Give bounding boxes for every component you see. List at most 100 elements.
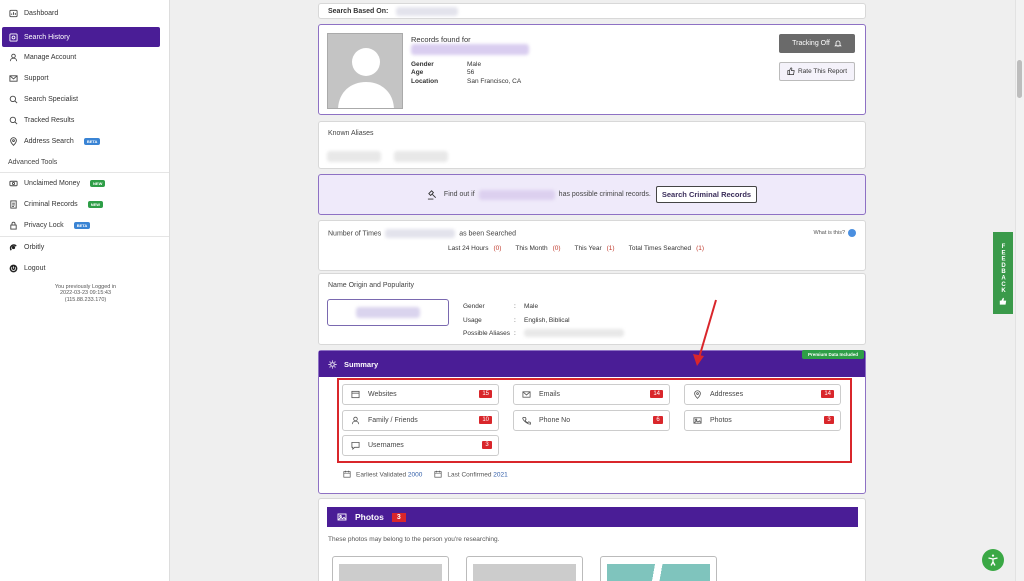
tile-label: Emails — [539, 391, 561, 398]
count-badge: 14 — [821, 390, 834, 398]
search-count-card: Number of Times as been Searched What is… — [318, 220, 866, 271]
gender-value: Male — [467, 61, 482, 68]
criminal-records-icon — [9, 200, 18, 209]
photo-thumbnail[interactable] — [332, 556, 449, 581]
sidebar-item-unclaimed-money[interactable]: Unclaimed Money NEW — [0, 173, 169, 194]
tile-label: Family / Friends — [368, 417, 418, 424]
summary-tile-family-friends[interactable]: Family / Friends 10 — [342, 410, 499, 431]
sidebar-item-support[interactable]: Support — [0, 68, 169, 89]
envelope-icon — [9, 74, 18, 83]
phone-icon — [522, 416, 531, 425]
summary-tile-emails[interactable]: Emails 14 — [513, 384, 670, 405]
sidebar-item-label: Orbitly — [24, 244, 45, 251]
photo-image — [339, 564, 442, 581]
question-icon — [848, 229, 856, 237]
summary-tile-usernames[interactable]: Usernames 3 — [342, 435, 499, 456]
summary-title: Summary — [344, 359, 379, 369]
new-badge: NEW — [87, 201, 104, 208]
what-is-this-label: What is this? — [813, 230, 845, 236]
stat-label: Last 24 Hours — [448, 245, 489, 252]
separator: : — [514, 316, 516, 324]
search-criminal-records-button[interactable]: Search Criminal Records — [655, 186, 758, 203]
scrollbar-thumb[interactable] — [1017, 60, 1022, 98]
search-based-label: Search Based On: — [328, 7, 389, 15]
sidebar-item-label: Search History — [24, 33, 70, 41]
what-is-this-link[interactable]: What is this? — [814, 229, 856, 237]
sidebar-item-manage-account[interactable]: Manage Account — [0, 47, 169, 68]
age-value: 56 — [467, 69, 475, 77]
name-origin-card: Name Origin and Popularity Gender: Male U… — [318, 273, 866, 345]
sidebar-item-label: Privacy Lock — [24, 222, 64, 229]
stat-value: (0) — [552, 245, 561, 252]
bell-icon — [834, 39, 842, 49]
summary-card: Summary Premium Data Included Websites 1… — [318, 350, 866, 494]
count-badge: 15 — [479, 390, 492, 398]
origin-gender-value: Male — [524, 303, 539, 310]
sidebar-item-orbitly[interactable]: Orbitly — [0, 237, 169, 258]
summary-icon — [328, 359, 337, 369]
search-count-prefix: Number of Times — [328, 230, 382, 238]
redacted-alias — [394, 151, 448, 162]
count-badge: 3 — [824, 416, 834, 424]
redacted-aliases — [524, 329, 624, 338]
stat-label: This Month — [515, 245, 548, 252]
photo-icon — [337, 512, 347, 522]
known-aliases-card: Known Aliases — [318, 121, 866, 169]
search-count-suffix: as been Searched — [459, 230, 517, 238]
tile-label: Photos — [710, 417, 732, 424]
summary-tile-addresses[interactable]: Addresses 14 — [684, 384, 841, 405]
last-confirmed: Last Confirmed 2021 — [434, 470, 508, 480]
sidebar-item-tracked-results[interactable]: Tracked Results — [0, 110, 169, 131]
photos-card: Photos 3 These photos may belong to the … — [318, 498, 866, 581]
gavel-icon — [427, 189, 438, 200]
summary-tile-phone-no[interactable]: Phone No 6 — [513, 410, 670, 431]
sidebar-item-label: Tracked Results — [24, 117, 75, 124]
sidebar-item-search-specialist[interactable]: Search Specialist — [0, 89, 169, 110]
origin-usage-label: Usage — [463, 316, 482, 324]
orbitly-icon — [9, 243, 18, 252]
scrollbar[interactable] — [1015, 0, 1024, 581]
summary-tile-websites[interactable]: Websites 15 — [342, 384, 499, 405]
confirmed-year: 2021 — [493, 471, 508, 479]
calendar-icon — [343, 470, 351, 480]
feedback-tab[interactable]: FEEDBACK — [993, 232, 1013, 314]
search-count-stats: Last 24 Hours (0) This Month (0) This Year… — [448, 245, 704, 252]
redacted-search-term — [396, 6, 459, 16]
photos-subtitle: These photos may belong to the person yo… — [328, 536, 500, 543]
feedback-label: FEEDBACK — [1000, 244, 1007, 295]
stat-last-24-hours: Last 24 Hours (0) — [448, 245, 501, 252]
advanced-tools-heading: Advanced Tools — [0, 152, 169, 173]
sidebar-item-criminal-records[interactable]: Criminal Records NEW — [0, 194, 169, 215]
sidebar-item-dashboard[interactable]: Dashboard — [0, 3, 169, 24]
rate-report-button[interactable]: Rate This Report — [779, 62, 855, 81]
search-icon — [9, 116, 18, 125]
stat-value: (1) — [696, 245, 705, 252]
redacted-person-name — [478, 189, 555, 200]
name-origin-info: Gender: Male Usage: English, Biblical Poss… — [463, 300, 624, 341]
stat-this-month: This Month (0) — [515, 245, 560, 252]
count-badge: 3 — [482, 441, 492, 449]
photo-thumbnail[interactable] — [600, 556, 717, 581]
photo-thumbnail[interactable] — [466, 556, 583, 581]
accessibility-icon — [986, 553, 1000, 567]
sidebar-item-search-history[interactable]: Search History — [2, 27, 160, 47]
thumbs-up-icon — [999, 297, 1007, 308]
search-count-title: Number of Times as been Searched — [328, 229, 516, 238]
criminal-prefix: Find out if — [443, 191, 475, 198]
lock-icon — [9, 221, 18, 230]
sidebar-item-label: Support — [24, 75, 49, 82]
sidebar-item-label: Logout — [24, 265, 46, 272]
sidebar-item-logout[interactable]: Logout — [0, 258, 169, 279]
confirmed-label: Last Confirmed — [447, 471, 492, 479]
sidebar: Dashboard Search History Manage Account … — [0, 0, 170, 581]
count-badge: 3 — [391, 512, 406, 522]
count-badge: 10 — [479, 416, 492, 424]
tracking-toggle-button[interactable]: Tracking Off — [779, 34, 855, 53]
tile-label: Phone No — [539, 417, 571, 424]
email-icon — [522, 390, 531, 399]
criminal-suffix: has possible criminal records. — [558, 191, 651, 198]
accessibility-button[interactable] — [982, 549, 1004, 571]
sidebar-item-privacy-lock[interactable]: Privacy Lock BETA — [0, 215, 169, 236]
sidebar-item-address-search[interactable]: Address Search BETA — [0, 131, 169, 152]
summary-tile-photos[interactable]: Photos 3 — [684, 410, 841, 431]
